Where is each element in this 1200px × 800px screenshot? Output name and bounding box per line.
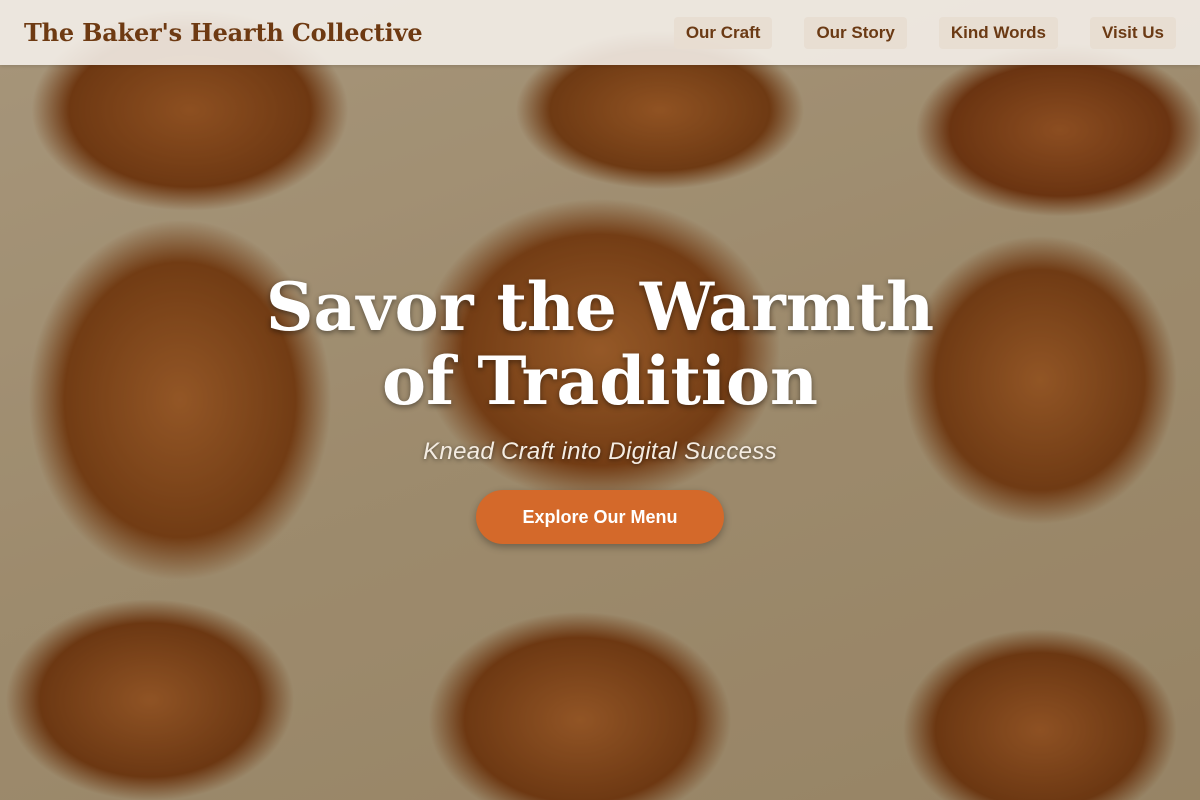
nav-link-our-craft[interactable]: Our Craft [673,16,773,49]
hero-section: The Baker's Hearth Collective Our Craft … [0,0,1200,800]
hero-content: Savor the Warmth of Tradition Knead Craf… [0,270,1200,544]
top-navbar: The Baker's Hearth Collective Our Craft … [0,0,1200,65]
hero-subtitle: Knead Craft into Digital Success [423,438,777,465]
nav-link-visit-us[interactable]: Visit Us [1089,16,1176,49]
nav-link-our-story[interactable]: Our Story [804,16,907,49]
hero-title: Savor the Warmth of Tradition [265,268,935,420]
main-nav: Our Craft Our Story Kind Words Visit Us [673,16,1176,49]
site-logo-text[interactable]: The Baker's Hearth Collective [24,18,423,47]
explore-menu-button[interactable]: Explore Our Menu [476,490,724,544]
nav-link-kind-words[interactable]: Kind Words [938,16,1058,49]
